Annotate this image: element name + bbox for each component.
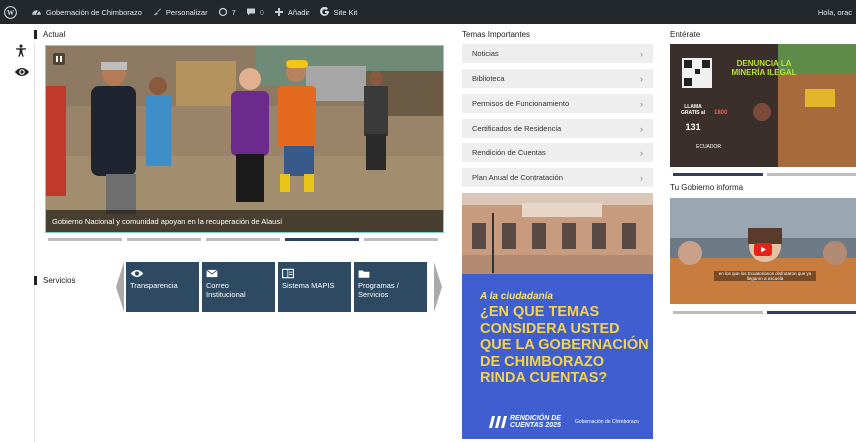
customize-link[interactable]: Personalizar — [152, 7, 208, 17]
temas-item-noticias[interactable]: Noticias › — [462, 44, 653, 63]
pause-button[interactable] — [53, 53, 65, 65]
accessibility-icon[interactable] — [14, 44, 32, 60]
tu-gobierno-heading: Tu Gobierno informa — [670, 183, 744, 192]
prev-arrow-icon[interactable] — [114, 262, 124, 312]
video-dot[interactable] — [673, 311, 763, 314]
chevron-right-icon: › — [640, 147, 643, 158]
rendicion-cuentas-banner[interactable]: A la ciudadanía ¿EN QUE TEMAS CONSIDERA … — [462, 274, 653, 439]
play-icon[interactable] — [754, 243, 772, 256]
svg-text:W: W — [7, 9, 15, 17]
accessibility-tools — [14, 44, 32, 86]
service-card-correo[interactable]: Correo Institucional — [202, 262, 275, 312]
content-divider — [34, 42, 35, 442]
service-card-mapis[interactable]: Sistema MAPIS — [278, 262, 351, 312]
comment-icon — [246, 8, 255, 16]
add-new-link[interactable]: Añadir — [274, 7, 310, 17]
enterate-pagination — [673, 173, 856, 176]
chevron-right-icon: › — [640, 123, 643, 134]
enterate-heading: Entérate — [670, 30, 701, 39]
service-card-transparencia[interactable]: Transparencia — [126, 262, 199, 312]
temas-item-plan-anual[interactable]: Plan Anual de Contratación › — [462, 168, 653, 187]
next-arrow-icon[interactable] — [434, 262, 444, 312]
admin-bar: W Gobernación de Chimborazo Personalizar… — [0, 0, 856, 24]
chevron-right-icon: › — [640, 73, 643, 84]
temas-item-permisos[interactable]: Permisos de Funcionamiento › — [462, 94, 653, 113]
chevron-right-icon: › — [640, 98, 643, 109]
document-icon — [282, 268, 294, 279]
news-slider[interactable]: Gobierno Nacional y comunidad apoyan en … — [45, 45, 444, 233]
folder-icon — [358, 270, 370, 278]
comments-link[interactable]: 0 — [246, 7, 264, 17]
temas-item-rendicion[interactable]: Rendición de Cuentas › — [462, 143, 653, 162]
sitekit-link[interactable]: Site Kit — [319, 7, 357, 17]
mineria-banner[interactable]: DENUNCIA LA MINERÍA ILEGAL LLAMA GRATIS … — [670, 44, 856, 167]
account-greeting[interactable]: Hola, orac — [818, 0, 852, 24]
refresh-icon — [218, 7, 227, 17]
servicios-heading: Servicios — [34, 276, 75, 285]
actual-heading: Actual — [34, 30, 65, 39]
slide-image — [46, 46, 443, 232]
slide-caption[interactable]: Gobierno Nacional y comunidad apoyan en … — [46, 210, 443, 232]
slider-dot[interactable] — [127, 238, 201, 241]
video-player[interactable]: en los que los Ecuatorianos disfrutaron … — [670, 198, 856, 304]
mail-icon — [206, 269, 218, 278]
brush-icon — [153, 8, 161, 16]
slider-dot[interactable] — [48, 238, 122, 241]
service-card-programas[interactable]: Programas / Servicios — [354, 262, 427, 312]
video-dot-active[interactable] — [767, 311, 856, 314]
google-g-icon — [319, 7, 329, 16]
updates-link[interactable]: 7 — [218, 7, 236, 17]
stripes-logo-icon — [489, 416, 507, 428]
dashboard-icon — [32, 9, 41, 15]
slider-dot[interactable] — [364, 238, 438, 241]
chevron-right-icon: › — [640, 48, 643, 59]
temas-item-biblioteca[interactable]: Biblioteca › — [462, 69, 653, 88]
rendicion-footer: RENDICIÓN DE CUENTAS 2025 Gobernación de … — [489, 415, 639, 429]
slider-dot[interactable] — [206, 238, 280, 241]
slider-dot-active[interactable] — [285, 238, 359, 241]
site-name-link[interactable]: Gobernación de Chimborazo — [31, 7, 142, 18]
video-pagination — [673, 311, 856, 314]
building-photo[interactable] — [462, 193, 653, 274]
temas-item-certificados[interactable]: Certificados de Residencia › — [462, 119, 653, 138]
eye-icon[interactable] — [14, 66, 32, 80]
wordpress-logo-icon[interactable]: W — [4, 5, 21, 19]
plus-icon — [274, 8, 283, 16]
slider-pagination — [48, 238, 443, 241]
enterate-dot[interactable] — [767, 173, 856, 176]
eye-icon — [130, 270, 144, 277]
temas-heading: Temas Importantes — [462, 30, 531, 39]
enterate-dot-active[interactable] — [673, 173, 763, 176]
chevron-right-icon: › — [640, 172, 643, 183]
